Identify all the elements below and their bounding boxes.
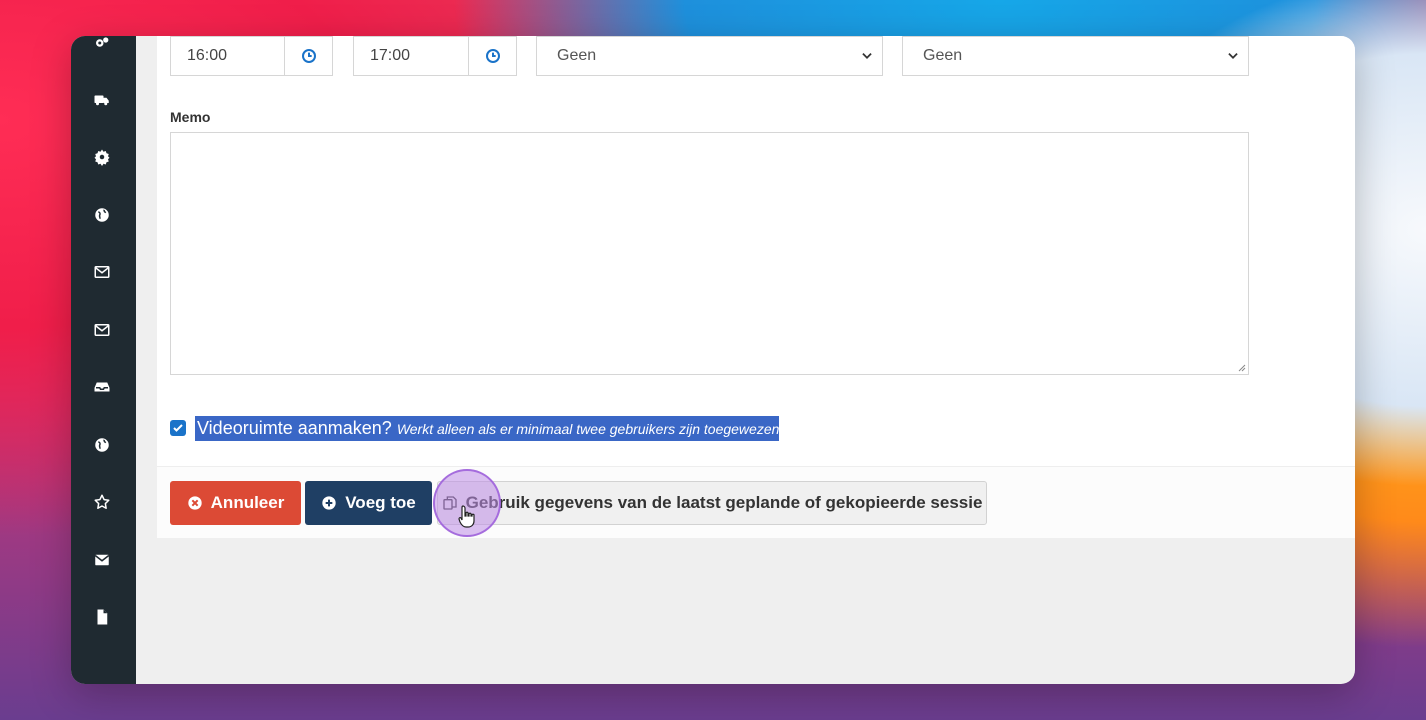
file-icon[interactable]	[91, 606, 113, 628]
hand-cursor-icon	[458, 505, 475, 528]
memo-label: Memo	[170, 109, 211, 125]
video-room-label: Videoruimte aanmaken?	[197, 417, 392, 438]
end-time-field[interactable]: 17:00	[353, 36, 517, 76]
memo-textarea[interactable]	[170, 132, 1249, 375]
select-1[interactable]: Geen	[536, 36, 883, 76]
globe-icon[interactable]	[91, 434, 113, 456]
select-2-value: Geen	[923, 47, 963, 64]
add-button[interactable]: Voeg toe	[305, 481, 432, 525]
gears-icon[interactable]	[91, 36, 113, 54]
video-room-option: Videoruimte aanmaken? Werkt alleen als e…	[170, 415, 780, 441]
start-time-field[interactable]: 16:00	[170, 36, 333, 76]
select-2[interactable]: Geen	[902, 36, 1249, 76]
envelope-outline-icon[interactable]	[91, 319, 113, 341]
cancel-button[interactable]: Annuleer	[170, 481, 301, 525]
resize-handle-icon[interactable]	[1236, 362, 1246, 372]
checkmark-icon	[173, 424, 183, 432]
inbox-icon[interactable]	[91, 376, 113, 398]
envelope-icon[interactable]	[91, 549, 113, 571]
star-outline-icon[interactable]	[91, 491, 113, 513]
video-room-label-wrapper[interactable]: Videoruimte aanmaken? Werkt alleen als e…	[195, 415, 780, 441]
times-circle-icon	[187, 496, 202, 510]
plus-circle-icon	[322, 496, 336, 510]
copy-icon	[442, 496, 457, 510]
end-time-value[interactable]: 17:00	[354, 37, 469, 75]
cancel-button-label: Annuleer	[210, 493, 285, 512]
use-last-session-button[interactable]: Gebruik gegevens van de laatst geplande …	[437, 481, 987, 525]
use-last-session-label: Gebruik gegevens van de laatst geplande …	[465, 493, 983, 512]
video-room-checkbox[interactable]	[170, 420, 186, 436]
form-panel: 16:00 17:00 Geen Geen Memo Videoruimte a…	[157, 36, 1355, 538]
start-time-value[interactable]: 16:00	[171, 37, 285, 75]
truck-icon[interactable]	[91, 89, 113, 111]
gear-icon[interactable]	[91, 146, 113, 168]
clock-icon[interactable]	[285, 37, 332, 75]
envelope-outline-icon[interactable]	[91, 261, 113, 283]
globe-icon[interactable]	[91, 204, 113, 226]
sidebar	[71, 36, 136, 684]
video-room-hint: Werkt alleen als er minimaal twee gebrui…	[396, 420, 780, 437]
chevron-down-icon	[862, 53, 872, 59]
chevron-down-icon	[1228, 53, 1238, 59]
add-button-label: Voeg toe	[345, 493, 416, 512]
select-1-value: Geen	[557, 47, 597, 64]
clock-icon[interactable]	[469, 37, 516, 75]
app-window: 16:00 17:00 Geen Geen Memo Videoruimte a…	[71, 36, 1355, 684]
